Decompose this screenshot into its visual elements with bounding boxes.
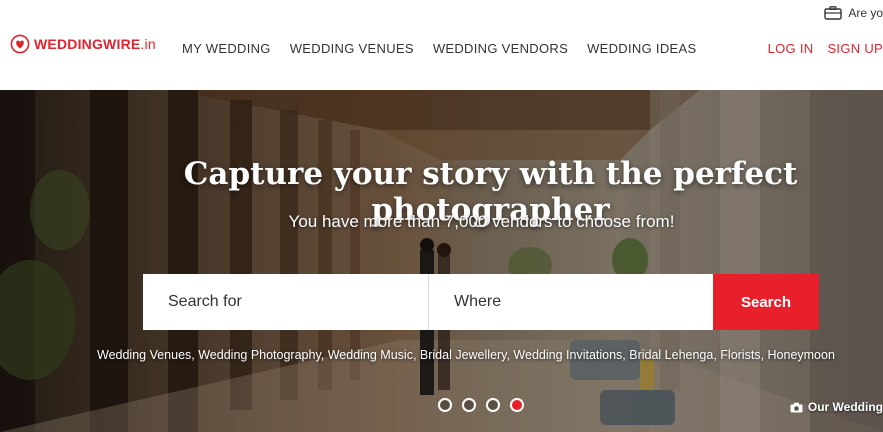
logo-text: WEDDINGWIRE.in: [34, 36, 156, 52]
main-nav: MY WEDDING WEDDING VENUES WEDDING VENDOR…: [182, 41, 696, 56]
nav-my-wedding[interactable]: MY WEDDING: [182, 41, 271, 56]
signup-link[interactable]: SIGN UP: [827, 41, 883, 56]
search-button[interactable]: Search: [713, 274, 819, 330]
logo-name: WEDDINGWIRE: [34, 36, 141, 52]
photo-credit[interactable]: Our Wedding: [790, 400, 883, 414]
carousel-dot[interactable]: [486, 398, 500, 412]
carousel-dots: [438, 398, 524, 412]
login-link[interactable]: LOG IN: [768, 41, 814, 56]
search-bar: Search: [143, 274, 819, 330]
camera-icon: [790, 402, 803, 412]
hero-overlay: [0, 90, 883, 432]
logo[interactable]: WEDDINGWIRE.in: [10, 34, 156, 54]
carousel-dot[interactable]: [438, 398, 452, 412]
quick-links[interactable]: Wedding Venues, Wedding Photography, Wed…: [97, 348, 835, 362]
logo-domain: .in: [140, 36, 156, 52]
nav-wedding-venues[interactable]: WEDDING VENUES: [290, 41, 414, 56]
site-header: Are yo WEDDINGWIRE.in MY WEDDING WEDDING…: [0, 0, 883, 90]
location-input[interactable]: [428, 274, 713, 330]
nav-wedding-vendors[interactable]: WEDDING VENDORS: [433, 41, 568, 56]
carousel-dot-active[interactable]: [510, 398, 524, 412]
photo-credit-text: Our Wedding: [807, 400, 883, 414]
hero-banner: Capture your story with the perfect phot…: [0, 90, 883, 432]
hero-subline: You have more than 7,000 vendors to choo…: [288, 212, 675, 231]
nav-wedding-ideas[interactable]: WEDDING IDEAS: [587, 41, 696, 56]
search-input[interactable]: [143, 274, 428, 330]
auth-links: LOG IN SIGN UP: [768, 41, 883, 56]
logo-mark-icon: [10, 34, 30, 54]
briefcase-icon: [824, 6, 843, 20]
topbar-text: Are yo: [848, 6, 883, 20]
topbar[interactable]: Are yo: [824, 6, 883, 20]
carousel-dot[interactable]: [462, 398, 476, 412]
